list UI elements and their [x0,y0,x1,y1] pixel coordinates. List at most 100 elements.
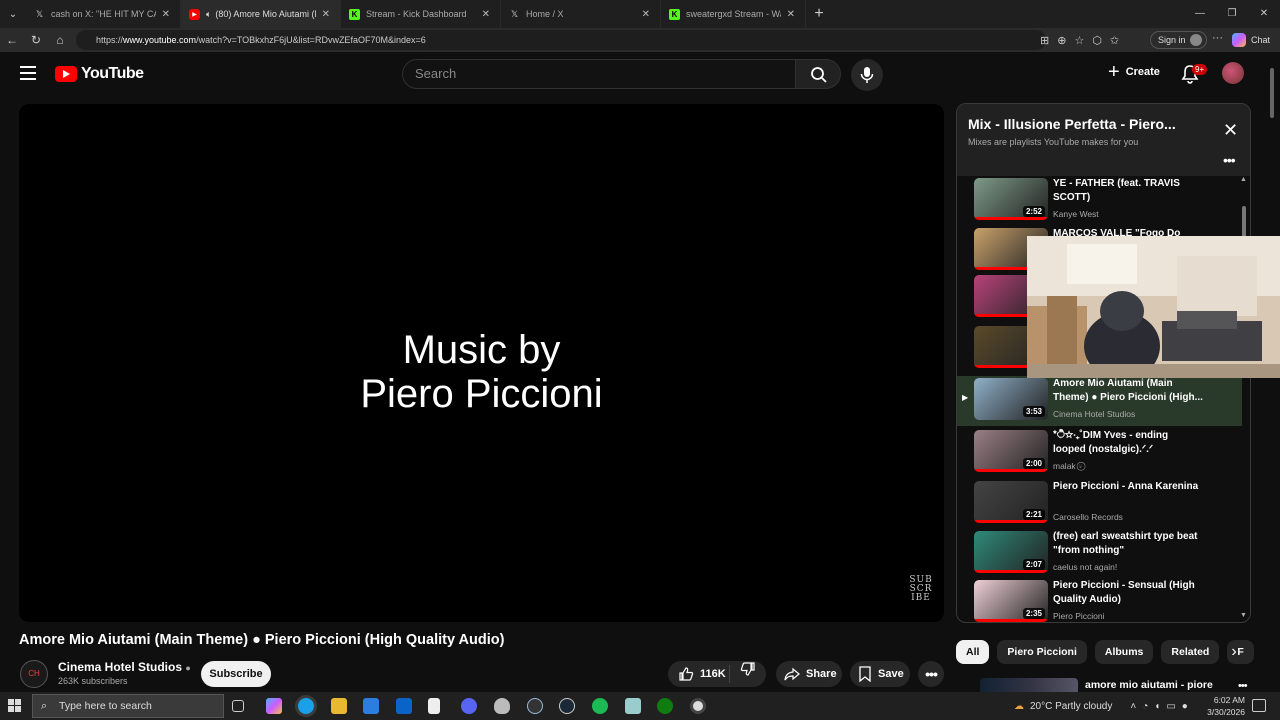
microphone-tray-icon[interactable]: ● [1182,701,1188,712]
playlist-item[interactable]: 2:52 YE - FATHER (feat. TRAVIS SCOTT) Kany… [957,176,1242,226]
back-button[interactable]: ← [0,33,24,47]
refresh-button[interactable]: ↻ [24,33,48,47]
more-actions-button[interactable]: ••• [918,661,944,687]
filter-chip[interactable]: Albums [1094,640,1154,664]
user-avatar[interactable] [1222,62,1244,84]
browser-tab[interactable]: 𝕏 Home / X ✕ [501,0,661,28]
playlist-item[interactable]: 2:00 *ੈ✩‧₊˚DIM Yves - ending looped (nost… [957,428,1242,478]
browser-menu-icon[interactable]: ··· [1212,32,1223,44]
url-bar[interactable]: https://www.youtube.com/watch?v=TOBkxhzF… [76,30,1046,50]
next-video-more-icon[interactable]: ••• [1238,680,1248,692]
share-arrow-icon [784,667,800,681]
new-tab-button[interactable]: + [806,5,832,23]
thumbs-up-icon [679,667,694,681]
edge-browser-icon[interactable] [298,698,314,714]
save-button[interactable]: Save [850,661,910,687]
subscribe-button[interactable]: Subscribe [201,661,271,687]
create-button[interactable]: + Create [1108,61,1160,83]
microsoft-store-icon[interactable] [363,698,379,714]
favorites-icon[interactable]: ✩ [1110,34,1119,47]
windows-start-icon[interactable] [8,699,22,713]
browser-tab[interactable]: K Stream - Kick Dashboard ✕ [341,0,501,28]
tab-close-icon[interactable]: ✕ [482,9,490,20]
tab-close-icon[interactable]: ✕ [787,9,795,20]
close-playlist-icon[interactable]: ✕ [1223,120,1238,141]
chips-next-arrow-icon[interactable]: › [1222,640,1246,664]
wifi-icon[interactable]: ◔ [1142,701,1148,712]
notification-count-badge: 9+ [1192,64,1208,75]
playlist-item-now-playing[interactable]: ▶ 3:53 Amore Mio Aiutami (Main Theme) ● Pi… [957,376,1242,426]
minimize-button[interactable]: — [1184,0,1216,28]
zoom-icon[interactable]: ⊕ [1057,34,1066,47]
battery-icon[interactable]: ▭ [1166,701,1175,712]
home-button[interactable]: ⌂ [48,33,72,47]
tab-actions-chevron-icon[interactable]: ⌄ [0,9,26,20]
like-count: 116K [700,668,726,680]
video-player[interactable]: Music by Piero Piccioni SUB SCR IBE [19,104,944,622]
task-view-icon[interactable] [232,700,244,712]
playlist-title[interactable]: Mix - Illusione Perfetta - Piero... [968,116,1176,132]
spotify-icon[interactable] [592,698,608,714]
like-button[interactable]: 116K [668,665,730,683]
search-button[interactable] [795,59,841,89]
next-video-thumbnail[interactable] [980,678,1078,692]
video-title: Amore Mio Aiutami (Main Theme) ● Piero P… [19,632,505,648]
playlist-item[interactable]: 2:07 (free) earl sweatshirt type beat "fr… [957,529,1242,579]
playlist-item-duration: 2:07 [1022,559,1045,570]
file-explorer-icon[interactable] [331,698,347,714]
next-video-title[interactable]: amore mio aiutami - piore [1085,679,1213,691]
copilot-taskbar-icon[interactable] [266,698,282,714]
taskbar-search-input[interactable]: ⌕ Type here to search [32,694,224,718]
taskbar-clock[interactable]: 6:02 AM 3/30/2026 [1203,694,1245,718]
youtube-icon: ▶ [189,8,200,20]
plus-icon: + [1108,61,1120,83]
tab-close-icon[interactable]: ✕ [162,9,170,20]
search-input[interactable]: Search [402,59,796,89]
notification-center-icon[interactable] [1252,699,1266,712]
page-scrollbar[interactable] [1268,60,1276,692]
voice-search-button[interactable] [851,59,883,91]
channel-avatar[interactable]: CH [20,660,48,688]
discord-icon[interactable] [461,698,477,714]
filter-chip[interactable]: All [956,640,990,664]
page-scroll-thumb[interactable] [1270,68,1274,118]
notepad-icon[interactable] [428,698,440,714]
app-arrow-icon[interactable] [527,698,543,714]
outlook-icon[interactable] [396,698,412,714]
weather-text[interactable]: 20°C Partly cloudy [1030,701,1112,712]
notes-app-icon[interactable] [625,698,641,714]
favorite-star-icon[interactable]: ☆ [1074,34,1084,47]
browser-tab[interactable]: 𝕏cash on X: "HE HIT MY CAR ON THE ✕ [26,0,181,28]
tray-overflow-icon[interactable]: ˄ [1130,701,1136,712]
playlist-more-icon[interactable]: ••• [1223,152,1236,168]
tab-close-icon[interactable]: ✕ [322,9,330,20]
dislike-button[interactable] [730,661,756,687]
extensions-icon[interactable]: ⬡ [1092,34,1102,47]
security-shield-icon[interactable] [494,698,510,714]
tab-close-icon[interactable]: ✕ [642,9,650,20]
obs-icon[interactable] [690,698,706,714]
window-controls: — ❐ ✕ [1184,0,1280,28]
youtube-logo[interactable]: YouTube [55,65,144,83]
steam-icon[interactable] [559,698,575,714]
restore-button[interactable]: ❐ [1216,0,1248,28]
browser-tab[interactable]: Ksweatergxd Stream - Watch Live on ✕ [661,0,806,28]
channel-name[interactable]: Cinema Hotel Studios ● [58,660,191,674]
playlist-item[interactable]: 2:21 Piero Piccioni - Anna Karenina Carose… [957,479,1242,529]
close-window-button[interactable]: ✕ [1248,0,1280,28]
browser-signin-button[interactable]: Sign in [1150,31,1207,49]
share-button[interactable]: Share [776,661,842,687]
tab-audio-speaker-icon[interactable]: 🔈︎ [206,9,211,20]
playlist-item[interactable]: 2:35 Piero Piccioni - Sensual (High Quali… [957,578,1242,622]
menu-hamburger-icon[interactable] [20,66,36,84]
filter-chip[interactable]: Related [1161,640,1220,664]
filter-chip[interactable]: Piero Piccioni [997,640,1087,664]
x-icon: 𝕏 [35,8,44,19]
weather-icon[interactable]: ☁ [1014,701,1024,712]
browser-tab[interactable]: ▶ 🔈︎ (80) Amore Mio Aiutami (Main The ✕ [181,0,341,28]
volume-icon[interactable]: ◖ [1154,701,1160,712]
copilot-chat-button[interactable]: Chat [1232,31,1270,49]
subscribe-watermark[interactable]: SUB SCR IBE [907,576,935,603]
app-available-icon[interactable]: ⊞ [1040,34,1049,47]
xbox-icon[interactable] [657,698,673,714]
